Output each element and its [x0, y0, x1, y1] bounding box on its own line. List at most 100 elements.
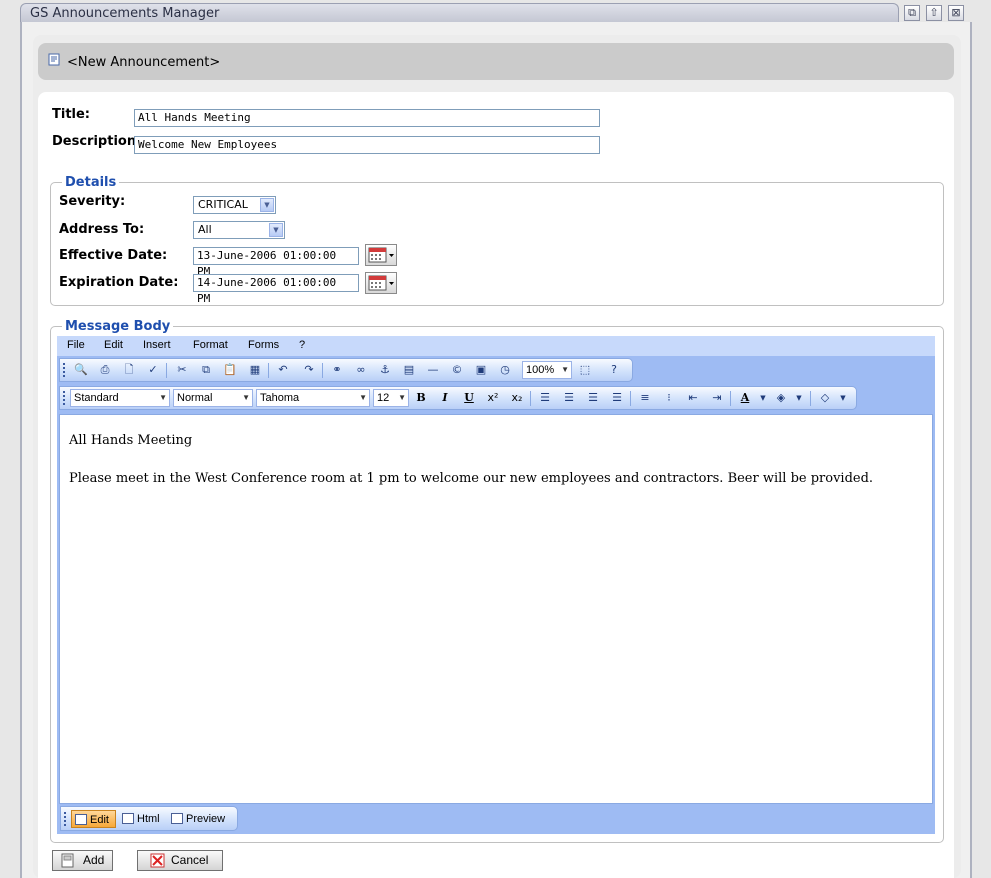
chevron-down-icon[interactable]: ▼	[242, 390, 250, 406]
preview-mode-tab[interactable]: Preview	[168, 810, 232, 828]
message-body-legend: Message Body	[62, 319, 174, 334]
editor-menubar: File Edit Insert Format Forms ?	[57, 336, 935, 356]
spellcheck-icon[interactable]: ✓	[144, 362, 162, 378]
rich-text-editor: File Edit Insert Format Forms ? 🔍 ⎙ 🗋 ✓ …	[57, 336, 935, 834]
chevron-down-icon[interactable]: ▼	[269, 223, 283, 237]
insert-media-icon[interactable]: ▣	[472, 362, 490, 378]
window-title: GS Announcements Manager	[30, 6, 220, 21]
effective-date-input[interactable]: 13-June-2006 01:00:00 PM	[193, 247, 359, 278]
html-mode-icon	[122, 813, 134, 824]
outdent-icon[interactable]: ⇤	[684, 390, 702, 406]
menu-format[interactable]: Format	[193, 339, 228, 351]
redo-icon[interactable]: ↷	[300, 362, 318, 378]
editor-content-area[interactable]: All Hands Meeting Please meet in the Wes…	[59, 414, 933, 804]
details-legend: Details	[62, 175, 120, 190]
superscript-icon[interactable]: x²	[484, 390, 502, 406]
chevron-down-icon[interactable]: ▼	[260, 198, 274, 212]
description-input[interactable]: Welcome New Employees	[134, 136, 600, 154]
editor-toolbar-2: Standard ▼ Normal ▼ Tahoma ▼ 12 ▼ B I U …	[59, 386, 857, 410]
cut-icon[interactable]: ✂	[173, 362, 191, 378]
close-window-icon[interactable]: ⊠	[948, 5, 964, 21]
cancel-icon	[150, 853, 165, 868]
menu-edit[interactable]: Edit	[104, 339, 123, 351]
insert-gs-link-icon[interactable]: ⚭	[328, 362, 346, 378]
chevron-down-icon[interactable]: ▼	[561, 362, 569, 378]
style-select[interactable]: Standard ▼	[70, 389, 170, 407]
highlight-color-icon[interactable]: ◈	[772, 390, 790, 406]
toolbar-grip[interactable]	[63, 391, 65, 405]
description-label: Description:	[52, 134, 142, 149]
subscript-icon[interactable]: x₂	[508, 390, 526, 406]
html-mode-tab[interactable]: Html	[119, 810, 165, 828]
menu-insert[interactable]: Insert	[143, 339, 171, 351]
severity-select[interactable]: CRITICAL ▼	[193, 196, 276, 214]
paragraph-value: Normal	[177, 392, 213, 404]
align-center-icon[interactable]: ☰	[560, 390, 578, 406]
chevron-down-icon[interactable]: ▼	[834, 390, 852, 406]
menu-forms[interactable]: Forms	[248, 339, 279, 351]
zoom-select[interactable]: 100% ▼	[522, 361, 572, 379]
restore-window-icon[interactable]: ⧉	[904, 5, 920, 21]
anchor-icon[interactable]: ⚓	[376, 362, 394, 378]
italic-icon[interactable]: I	[436, 390, 454, 406]
special-char-icon[interactable]: ©	[448, 362, 466, 378]
chevron-down-icon[interactable]: ▼	[754, 390, 772, 406]
print-icon[interactable]: ⎙	[96, 362, 114, 378]
add-label: Add	[83, 853, 105, 867]
cancel-button[interactable]: Cancel	[137, 850, 223, 871]
add-button[interactable]: Add	[52, 850, 113, 871]
calendar-icon[interactable]	[365, 244, 397, 266]
expiration-date-input[interactable]: 14-June-2006 01:00:00 PM	[193, 274, 359, 305]
paragraph-select[interactable]: Normal ▼	[173, 389, 253, 407]
menu-help[interactable]: ?	[299, 339, 305, 351]
indent-icon[interactable]: ⇥	[708, 390, 726, 406]
align-right-icon[interactable]: ☰	[584, 390, 602, 406]
frame-border-right	[970, 22, 972, 878]
font-size-value: 12	[377, 392, 390, 404]
hyperlink-icon[interactable]: ∞	[352, 362, 370, 378]
frame-border-left	[20, 22, 22, 878]
page-title: <New Announcement>	[67, 55, 221, 70]
copy-icon[interactable]: ⧉	[197, 362, 215, 378]
paste-word-icon[interactable]: ▦	[246, 362, 264, 378]
content-body: Please meet in the West Conference room …	[69, 471, 874, 486]
paste-icon[interactable]: 📋	[221, 362, 239, 378]
toggle-borders-icon[interactable]: ⬚	[576, 362, 594, 378]
undo-icon[interactable]: ↶	[274, 362, 292, 378]
chevron-down-icon[interactable]: ▼	[398, 390, 406, 406]
menu-file[interactable]: File	[67, 339, 85, 351]
numbered-list-icon[interactable]: ≡	[636, 390, 654, 406]
underline-icon[interactable]: U	[460, 390, 478, 406]
find-icon[interactable]: 🔍	[72, 362, 90, 378]
justify-icon[interactable]: ☰	[608, 390, 626, 406]
font-select[interactable]: Tahoma ▼	[256, 389, 370, 407]
chevron-down-icon[interactable]: ▼	[790, 390, 808, 406]
horizontal-rule-icon[interactable]: —	[424, 362, 442, 378]
severity-value: CRITICAL	[198, 198, 248, 211]
print-preview-icon[interactable]: 🗋	[120, 362, 138, 378]
calendar-icon[interactable]	[365, 272, 397, 294]
style-value: Standard	[74, 392, 119, 404]
edit-mode-tab[interactable]: Edit	[71, 810, 116, 828]
clear-format-icon[interactable]: ◇	[816, 390, 834, 406]
content-heading: All Hands Meeting	[69, 433, 193, 448]
font-size-select[interactable]: 12 ▼	[373, 389, 409, 407]
move-up-icon[interactable]: ⇧	[926, 5, 942, 21]
align-left-icon[interactable]: ☰	[536, 390, 554, 406]
bold-icon[interactable]: B	[412, 390, 430, 406]
toolbar-grip[interactable]	[64, 812, 66, 826]
insert-time-icon[interactable]: ◷	[496, 362, 514, 378]
help-icon[interactable]: ?	[605, 362, 623, 378]
chevron-down-icon[interactable]: ▼	[159, 390, 167, 406]
toolbar-grip[interactable]	[63, 363, 65, 377]
table-icon[interactable]: ▤	[400, 362, 418, 378]
announcement-icon	[48, 53, 60, 66]
title-input[interactable]: All Hands Meeting	[134, 109, 600, 127]
font-color-icon[interactable]: A	[736, 390, 754, 406]
effective-date-label: Effective Date:	[59, 248, 168, 263]
address-to-select[interactable]: All ▼	[193, 221, 285, 239]
editor-toolbar-1: 🔍 ⎙ 🗋 ✓ ✂ ⧉ 📋 ▦ ↶ ↷ ⚭ ∞ ⚓ ▤ — © ▣ ◷ 100%…	[59, 358, 633, 382]
chevron-down-icon[interactable]: ▼	[359, 390, 367, 406]
bulleted-list-icon[interactable]: ⁝	[660, 390, 678, 406]
font-value: Tahoma	[260, 392, 300, 404]
